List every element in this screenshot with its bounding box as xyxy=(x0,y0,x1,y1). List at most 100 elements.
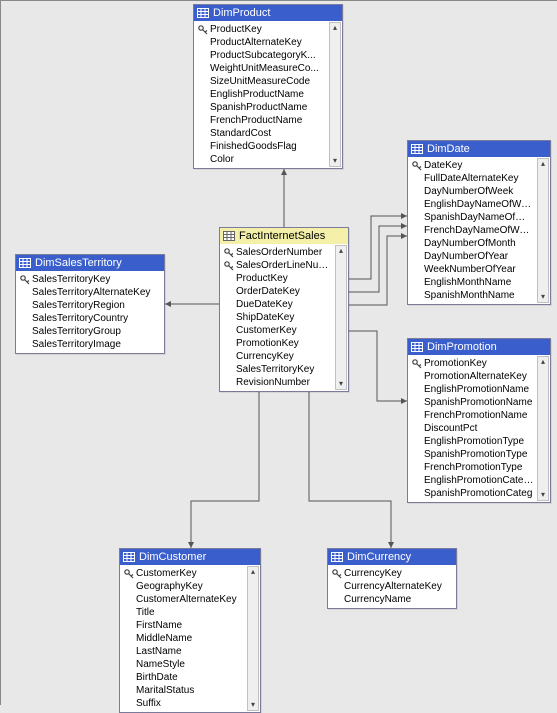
field-row[interactable]: SalesTerritoryKey xyxy=(236,363,334,376)
field-row[interactable]: ProductKey xyxy=(210,23,328,36)
field-row[interactable]: SalesOrderNumber xyxy=(236,246,334,259)
entity-dimsalesterritory[interactable]: DimSalesTerritory SalesTerritoryKeySales… xyxy=(15,254,165,354)
scrollbar[interactable]: ▴ ▾ xyxy=(329,22,341,167)
field-row[interactable]: FrenchPromotionType xyxy=(424,461,536,474)
field-row[interactable]: EnglishPromotionType xyxy=(424,435,536,448)
field-row[interactable]: SpanishPromotionType xyxy=(424,448,536,461)
entity-factinternetsales[interactable]: FactInternetSales SalesOrderNumberSalesO… xyxy=(219,227,349,392)
scrollbar[interactable]: ▴ ▾ xyxy=(247,566,259,711)
field-row[interactable]: DayNumberOfWeek xyxy=(424,185,536,198)
entity-header[interactable]: DimPromotion xyxy=(408,339,550,355)
field-row[interactable]: RevisionNumber xyxy=(236,376,334,389)
field-row[interactable]: FrenchProductName xyxy=(210,114,328,127)
field-row[interactable]: CurrencyKey xyxy=(236,350,334,363)
scroll-down-icon[interactable]: ▾ xyxy=(538,490,548,500)
field-row[interactable]: Title xyxy=(136,606,246,619)
field-row[interactable]: LastName xyxy=(136,645,246,658)
scroll-down-icon[interactable]: ▾ xyxy=(330,156,340,166)
field-row[interactable]: PromotionKey xyxy=(236,337,334,350)
entity-dimdate[interactable]: DimDate DateKeyFullDateAlternateKeyDayNu… xyxy=(407,140,551,305)
field-row[interactable]: DueDateKey xyxy=(236,298,334,311)
field-row[interactable]: FullDateAlternateKey xyxy=(424,172,536,185)
field-row[interactable]: EnglishPromotionName xyxy=(424,383,536,396)
field-row[interactable]: DateKey xyxy=(424,159,536,172)
entity-header[interactable]: DimProduct xyxy=(194,5,342,21)
field-row[interactable]: SalesTerritoryRegion xyxy=(32,299,162,312)
field-row[interactable]: Suffix xyxy=(136,697,246,710)
field-row[interactable]: MiddleName xyxy=(136,632,246,645)
field-row[interactable]: FrenchDayNameOfWeek xyxy=(424,224,536,237)
entity-dimcurrency[interactable]: DimCurrency CurrencyKeyCurrencyAlternate… xyxy=(327,548,457,609)
field-row[interactable]: OrderDateKey xyxy=(236,285,334,298)
field-row[interactable]: SalesTerritoryGroup xyxy=(32,325,162,338)
field-row[interactable]: FinishedGoodsFlag xyxy=(210,140,328,153)
scroll-up-icon[interactable]: ▴ xyxy=(248,567,258,577)
scroll-down-icon[interactable]: ▾ xyxy=(248,700,258,710)
field-row[interactable]: Color xyxy=(210,153,328,166)
entity-header[interactable]: DimSalesTerritory xyxy=(16,255,164,271)
field-row[interactable]: SalesTerritoryKey xyxy=(32,273,162,286)
key-slot-empty xyxy=(18,299,32,312)
field-row[interactable]: SizeUnitMeasureCode xyxy=(210,75,328,88)
entity-dimproduct[interactable]: DimProduct ProductKeyProductAlternateKey… xyxy=(193,4,343,169)
field-row[interactable]: EnglishDayNameOfWeek xyxy=(424,198,536,211)
scrollbar[interactable]: ▴ ▾ xyxy=(335,245,347,390)
field-row[interactable]: DayNumberOfYear xyxy=(424,250,536,263)
field-row[interactable]: DayNumberOfMonth xyxy=(424,237,536,250)
scroll-up-icon[interactable]: ▴ xyxy=(330,23,340,33)
field-row[interactable]: DiscountPct xyxy=(424,422,536,435)
field-row[interactable]: MaritalStatus xyxy=(136,684,246,697)
scroll-down-icon[interactable]: ▾ xyxy=(538,292,548,302)
scroll-down-icon[interactable]: ▾ xyxy=(336,379,346,389)
field-row[interactable]: PromotionAlternateKey xyxy=(424,370,536,383)
field-row[interactable]: CurrencyKey xyxy=(344,567,454,580)
field-row[interactable]: ProductKey xyxy=(236,272,334,285)
entity-body: CurrencyKeyCurrencyAlternateKeyCurrencyN… xyxy=(328,565,456,608)
entity-header[interactable]: FactInternetSales xyxy=(220,228,348,244)
field-row[interactable]: ProductSubcategoryK... xyxy=(210,49,328,62)
field-row[interactable]: EnglishPromotionCateg... xyxy=(424,474,536,487)
scrollbar[interactable]: ▴ ▾ xyxy=(537,356,549,501)
field-row[interactable]: EnglishProductName xyxy=(210,88,328,101)
field-row[interactable]: FirstName xyxy=(136,619,246,632)
key-slot-empty xyxy=(330,593,344,606)
field-row[interactable]: CustomerKey xyxy=(236,324,334,337)
field-row[interactable]: CurrencyAlternateKey xyxy=(344,580,454,593)
field-row[interactable]: SpanishMonthName xyxy=(424,289,536,302)
field-row[interactable]: SalesOrderLineNum... xyxy=(236,259,334,272)
field-row[interactable]: CurrencyName xyxy=(344,593,454,606)
key-slot-empty xyxy=(410,263,424,276)
field-row[interactable]: SpanishPromotionName xyxy=(424,396,536,409)
field-row[interactable]: PromotionKey xyxy=(424,357,536,370)
field-row[interactable]: SalesTerritoryCountry xyxy=(32,312,162,325)
entity-dimcustomer[interactable]: DimCustomer CustomerKeyGeographyKeyCusto… xyxy=(119,548,261,713)
scroll-up-icon[interactable]: ▴ xyxy=(538,159,548,169)
entity-header[interactable]: DimCurrency xyxy=(328,549,456,565)
field-row[interactable]: CustomerAlternateKey xyxy=(136,593,246,606)
field-row[interactable]: SpanishPromotionCateg xyxy=(424,487,536,500)
field-row[interactable]: SpanishDayNameOfWeek xyxy=(424,211,536,224)
field-row[interactable]: SalesTerritoryAlternateKey xyxy=(32,286,162,299)
field-row[interactable]: NameStyle xyxy=(136,658,246,671)
scroll-up-icon[interactable]: ▴ xyxy=(538,357,548,367)
entity-header[interactable]: DimCustomer xyxy=(120,549,260,565)
key-slot-empty xyxy=(122,684,136,697)
field-row[interactable]: BirthDate xyxy=(136,671,246,684)
scrollbar[interactable]: ▴ ▾ xyxy=(537,158,549,303)
entity-dimpromotion[interactable]: DimPromotion PromotionKeyPromotionAltern… xyxy=(407,338,551,503)
field-row[interactable]: StandardCost xyxy=(210,127,328,140)
diagram-canvas[interactable]: DimProduct ProductKeyProductAlternateKey… xyxy=(0,0,557,705)
scroll-up-icon[interactable]: ▴ xyxy=(336,246,346,256)
field-row[interactable]: CustomerKey xyxy=(136,567,246,580)
key-slot-empty xyxy=(410,370,424,383)
field-row[interactable]: ShipDateKey xyxy=(236,311,334,324)
field-row[interactable]: GeographyKey xyxy=(136,580,246,593)
field-row[interactable]: ProductAlternateKey xyxy=(210,36,328,49)
field-row[interactable]: WeekNumberOfYear xyxy=(424,263,536,276)
field-row[interactable]: FrenchPromotionName xyxy=(424,409,536,422)
field-row[interactable]: SalesTerritoryImage xyxy=(32,338,162,351)
field-row[interactable]: EnglishMonthName xyxy=(424,276,536,289)
entity-header[interactable]: DimDate xyxy=(408,141,550,157)
field-row[interactable]: WeightUnitMeasureCo... xyxy=(210,62,328,75)
field-row[interactable]: SpanishProductName xyxy=(210,101,328,114)
